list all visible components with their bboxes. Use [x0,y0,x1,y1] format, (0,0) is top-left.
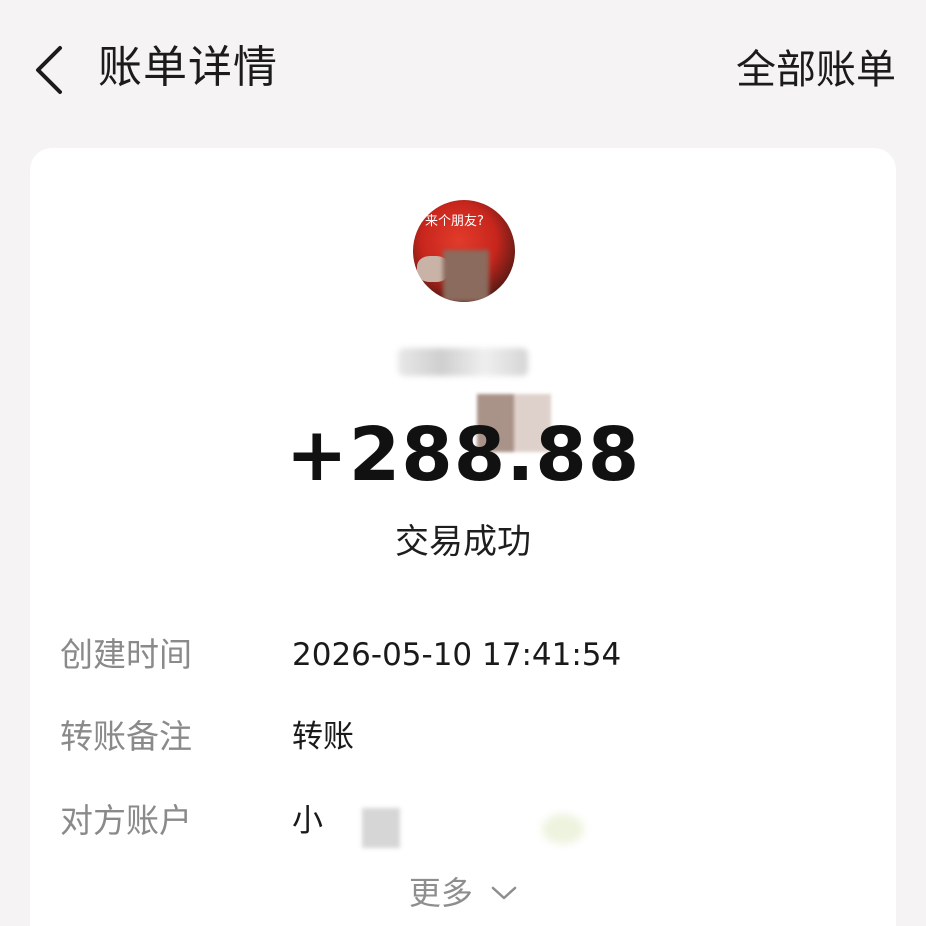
detail-label: 对方账户 [60,801,192,840]
detail-row-remark: 转账备注 转账 [60,712,870,762]
chevron-left-icon [36,46,62,94]
avatar[interactable]: 来个朋友? [413,200,515,302]
avatar-mosaic-inner [443,250,489,302]
transaction-amount: +288.88 [285,412,641,498]
bill-detail-page: 账单详情 全部账单 来个朋友? +288.88 交易成功 创建时间 2026-0… [0,0,926,926]
bill-card: 来个朋友? +288.88 交易成功 创建时间 2026-05-10 17:41… [30,148,896,926]
detail-label: 创建时间 [60,635,192,674]
counterparty-name-redacted [398,348,528,376]
back-button[interactable] [30,44,70,96]
chevron-down-icon [491,886,517,900]
all-bills-link[interactable]: 全部账单 [736,44,896,96]
detail-value: 小 [292,803,323,839]
avatar-caption: 来个朋友? [425,214,484,229]
account-redaction [362,808,400,848]
detail-value: 2026-05-10 17:41:54 [292,637,622,673]
account-redaction-smudge [542,814,584,844]
detail-row-created-time: 创建时间 2026-05-10 17:41:54 [60,630,870,680]
detail-label: 转账备注 [60,717,192,756]
detail-value: 转账 [292,719,354,755]
transaction-status: 交易成功 [395,522,531,562]
top-bar: 账单详情 全部账单 [0,0,926,140]
more-label: 更多 [408,874,473,912]
detail-row-counterparty-account: 对方账户 小 [60,796,870,848]
more-button[interactable]: 更多 [30,870,896,916]
page-title: 账单详情 [98,42,278,93]
